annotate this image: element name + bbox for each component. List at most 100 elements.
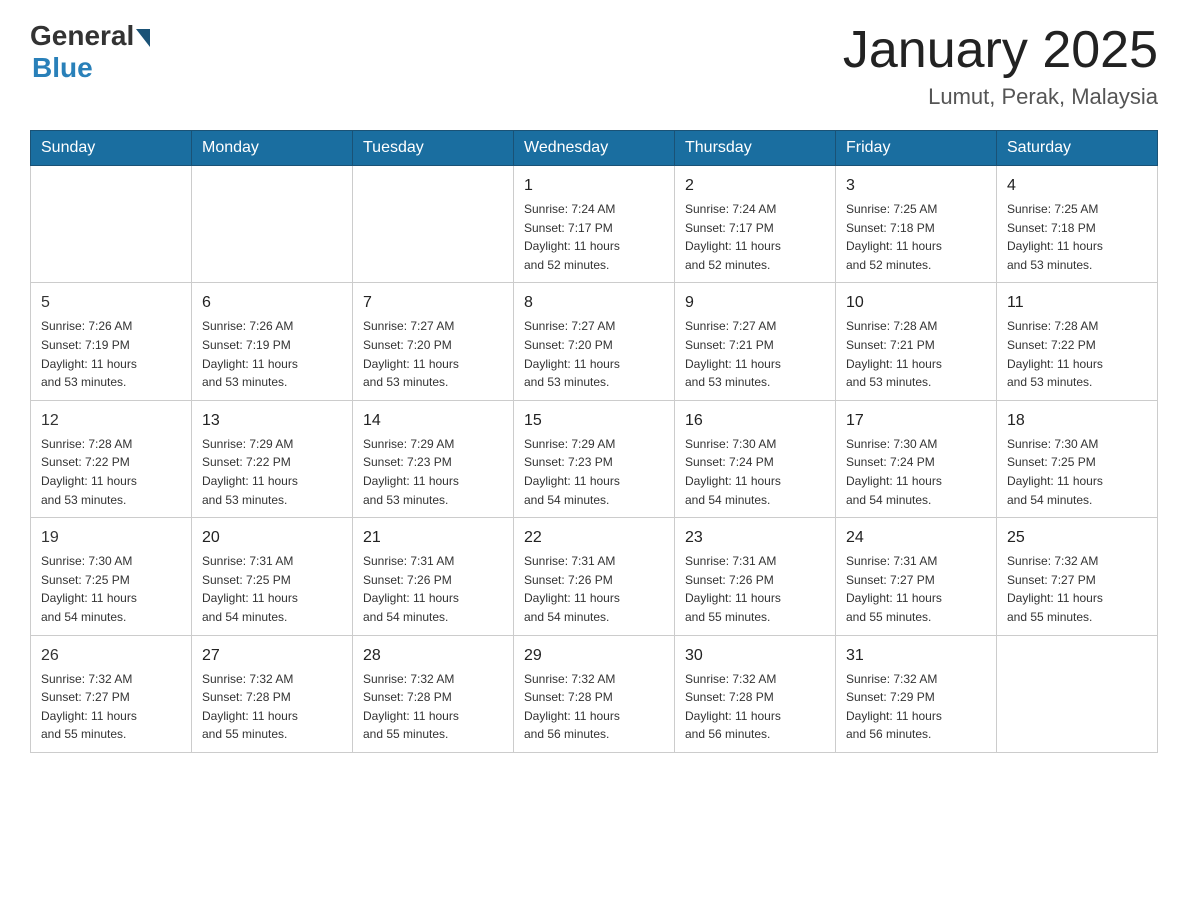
calendar-cell: 14Sunrise: 7:29 AM Sunset: 7:23 PM Dayli… [353, 400, 514, 517]
cell-content: Sunrise: 7:32 AM Sunset: 7:27 PM Dayligh… [41, 670, 181, 744]
cell-content: Sunrise: 7:32 AM Sunset: 7:28 PM Dayligh… [363, 670, 503, 744]
day-number: 15 [524, 409, 664, 433]
logo-general-text: General [30, 20, 134, 52]
calendar-cell: 26Sunrise: 7:32 AM Sunset: 7:27 PM Dayli… [31, 635, 192, 752]
day-number: 4 [1007, 174, 1147, 198]
day-number: 24 [846, 526, 986, 550]
calendar-cell: 5Sunrise: 7:26 AM Sunset: 7:19 PM Daylig… [31, 283, 192, 400]
cell-content: Sunrise: 7:24 AM Sunset: 7:17 PM Dayligh… [685, 200, 825, 274]
cell-content: Sunrise: 7:31 AM Sunset: 7:25 PM Dayligh… [202, 552, 342, 626]
calendar-cell: 18Sunrise: 7:30 AM Sunset: 7:25 PM Dayli… [997, 400, 1158, 517]
cell-content: Sunrise: 7:27 AM Sunset: 7:20 PM Dayligh… [363, 317, 503, 391]
cell-content: Sunrise: 7:27 AM Sunset: 7:21 PM Dayligh… [685, 317, 825, 391]
day-number: 3 [846, 174, 986, 198]
calendar-cell: 16Sunrise: 7:30 AM Sunset: 7:24 PM Dayli… [675, 400, 836, 517]
month-title: January 2025 [843, 20, 1158, 80]
logo: General Blue [30, 20, 150, 84]
day-number: 18 [1007, 409, 1147, 433]
calendar-table: SundayMondayTuesdayWednesdayThursdayFrid… [30, 130, 1158, 753]
calendar-cell: 11Sunrise: 7:28 AM Sunset: 7:22 PM Dayli… [997, 283, 1158, 400]
cell-content: Sunrise: 7:30 AM Sunset: 7:24 PM Dayligh… [685, 435, 825, 509]
calendar-cell: 3Sunrise: 7:25 AM Sunset: 7:18 PM Daylig… [836, 166, 997, 283]
week-row-3: 12Sunrise: 7:28 AM Sunset: 7:22 PM Dayli… [31, 400, 1158, 517]
day-number: 9 [685, 291, 825, 315]
calendar-cell: 6Sunrise: 7:26 AM Sunset: 7:19 PM Daylig… [192, 283, 353, 400]
weekday-header-monday: Monday [192, 131, 353, 166]
day-number: 17 [846, 409, 986, 433]
day-number: 20 [202, 526, 342, 550]
calendar-cell: 23Sunrise: 7:31 AM Sunset: 7:26 PM Dayli… [675, 518, 836, 635]
day-number: 21 [363, 526, 503, 550]
week-row-4: 19Sunrise: 7:30 AM Sunset: 7:25 PM Dayli… [31, 518, 1158, 635]
calendar-cell [353, 166, 514, 283]
title-section: January 2025 Lumut, Perak, Malaysia [843, 20, 1158, 110]
cell-content: Sunrise: 7:30 AM Sunset: 7:24 PM Dayligh… [846, 435, 986, 509]
calendar-cell: 27Sunrise: 7:32 AM Sunset: 7:28 PM Dayli… [192, 635, 353, 752]
calendar-cell: 13Sunrise: 7:29 AM Sunset: 7:22 PM Dayli… [192, 400, 353, 517]
calendar-cell: 28Sunrise: 7:32 AM Sunset: 7:28 PM Dayli… [353, 635, 514, 752]
calendar-cell: 8Sunrise: 7:27 AM Sunset: 7:20 PM Daylig… [514, 283, 675, 400]
calendar-cell: 7Sunrise: 7:27 AM Sunset: 7:20 PM Daylig… [353, 283, 514, 400]
day-number: 26 [41, 644, 181, 668]
day-number: 8 [524, 291, 664, 315]
weekday-header-tuesday: Tuesday [353, 131, 514, 166]
cell-content: Sunrise: 7:28 AM Sunset: 7:22 PM Dayligh… [41, 435, 181, 509]
cell-content: Sunrise: 7:32 AM Sunset: 7:28 PM Dayligh… [685, 670, 825, 744]
day-number: 19 [41, 526, 181, 550]
cell-content: Sunrise: 7:26 AM Sunset: 7:19 PM Dayligh… [202, 317, 342, 391]
cell-content: Sunrise: 7:32 AM Sunset: 7:27 PM Dayligh… [1007, 552, 1147, 626]
cell-content: Sunrise: 7:29 AM Sunset: 7:23 PM Dayligh… [524, 435, 664, 509]
calendar-cell: 1Sunrise: 7:24 AM Sunset: 7:17 PM Daylig… [514, 166, 675, 283]
day-number: 28 [363, 644, 503, 668]
weekday-header-saturday: Saturday [997, 131, 1158, 166]
cell-content: Sunrise: 7:26 AM Sunset: 7:19 PM Dayligh… [41, 317, 181, 391]
calendar-cell [31, 166, 192, 283]
cell-content: Sunrise: 7:31 AM Sunset: 7:26 PM Dayligh… [524, 552, 664, 626]
day-number: 2 [685, 174, 825, 198]
calendar-cell [997, 635, 1158, 752]
calendar-cell: 21Sunrise: 7:31 AM Sunset: 7:26 PM Dayli… [353, 518, 514, 635]
day-number: 16 [685, 409, 825, 433]
cell-content: Sunrise: 7:32 AM Sunset: 7:29 PM Dayligh… [846, 670, 986, 744]
cell-content: Sunrise: 7:29 AM Sunset: 7:23 PM Dayligh… [363, 435, 503, 509]
cell-content: Sunrise: 7:31 AM Sunset: 7:26 PM Dayligh… [363, 552, 503, 626]
cell-content: Sunrise: 7:29 AM Sunset: 7:22 PM Dayligh… [202, 435, 342, 509]
calendar-cell: 9Sunrise: 7:27 AM Sunset: 7:21 PM Daylig… [675, 283, 836, 400]
day-number: 11 [1007, 291, 1147, 315]
weekday-header-sunday: Sunday [31, 131, 192, 166]
day-number: 10 [846, 291, 986, 315]
day-number: 27 [202, 644, 342, 668]
calendar-cell: 12Sunrise: 7:28 AM Sunset: 7:22 PM Dayli… [31, 400, 192, 517]
cell-content: Sunrise: 7:27 AM Sunset: 7:20 PM Dayligh… [524, 317, 664, 391]
calendar-cell: 22Sunrise: 7:31 AM Sunset: 7:26 PM Dayli… [514, 518, 675, 635]
cell-content: Sunrise: 7:31 AM Sunset: 7:26 PM Dayligh… [685, 552, 825, 626]
weekday-header-wednesday: Wednesday [514, 131, 675, 166]
day-number: 22 [524, 526, 664, 550]
location-text: Lumut, Perak, Malaysia [843, 84, 1158, 110]
day-number: 5 [41, 291, 181, 315]
day-number: 7 [363, 291, 503, 315]
day-number: 6 [202, 291, 342, 315]
day-number: 1 [524, 174, 664, 198]
calendar-cell: 10Sunrise: 7:28 AM Sunset: 7:21 PM Dayli… [836, 283, 997, 400]
page-header: General Blue January 2025 Lumut, Perak, … [30, 20, 1158, 110]
day-number: 31 [846, 644, 986, 668]
logo-blue-text: Blue [32, 52, 93, 84]
cell-content: Sunrise: 7:24 AM Sunset: 7:17 PM Dayligh… [524, 200, 664, 274]
calendar-cell: 24Sunrise: 7:31 AM Sunset: 7:27 PM Dayli… [836, 518, 997, 635]
week-row-5: 26Sunrise: 7:32 AM Sunset: 7:27 PM Dayli… [31, 635, 1158, 752]
cell-content: Sunrise: 7:32 AM Sunset: 7:28 PM Dayligh… [524, 670, 664, 744]
calendar-cell: 30Sunrise: 7:32 AM Sunset: 7:28 PM Dayli… [675, 635, 836, 752]
day-number: 30 [685, 644, 825, 668]
cell-content: Sunrise: 7:28 AM Sunset: 7:21 PM Dayligh… [846, 317, 986, 391]
calendar-cell [192, 166, 353, 283]
weekday-header-friday: Friday [836, 131, 997, 166]
calendar-cell: 19Sunrise: 7:30 AM Sunset: 7:25 PM Dayli… [31, 518, 192, 635]
weekday-header-thursday: Thursday [675, 131, 836, 166]
day-number: 12 [41, 409, 181, 433]
calendar-cell: 20Sunrise: 7:31 AM Sunset: 7:25 PM Dayli… [192, 518, 353, 635]
calendar-cell: 25Sunrise: 7:32 AM Sunset: 7:27 PM Dayli… [997, 518, 1158, 635]
day-number: 25 [1007, 526, 1147, 550]
cell-content: Sunrise: 7:28 AM Sunset: 7:22 PM Dayligh… [1007, 317, 1147, 391]
cell-content: Sunrise: 7:25 AM Sunset: 7:18 PM Dayligh… [1007, 200, 1147, 274]
